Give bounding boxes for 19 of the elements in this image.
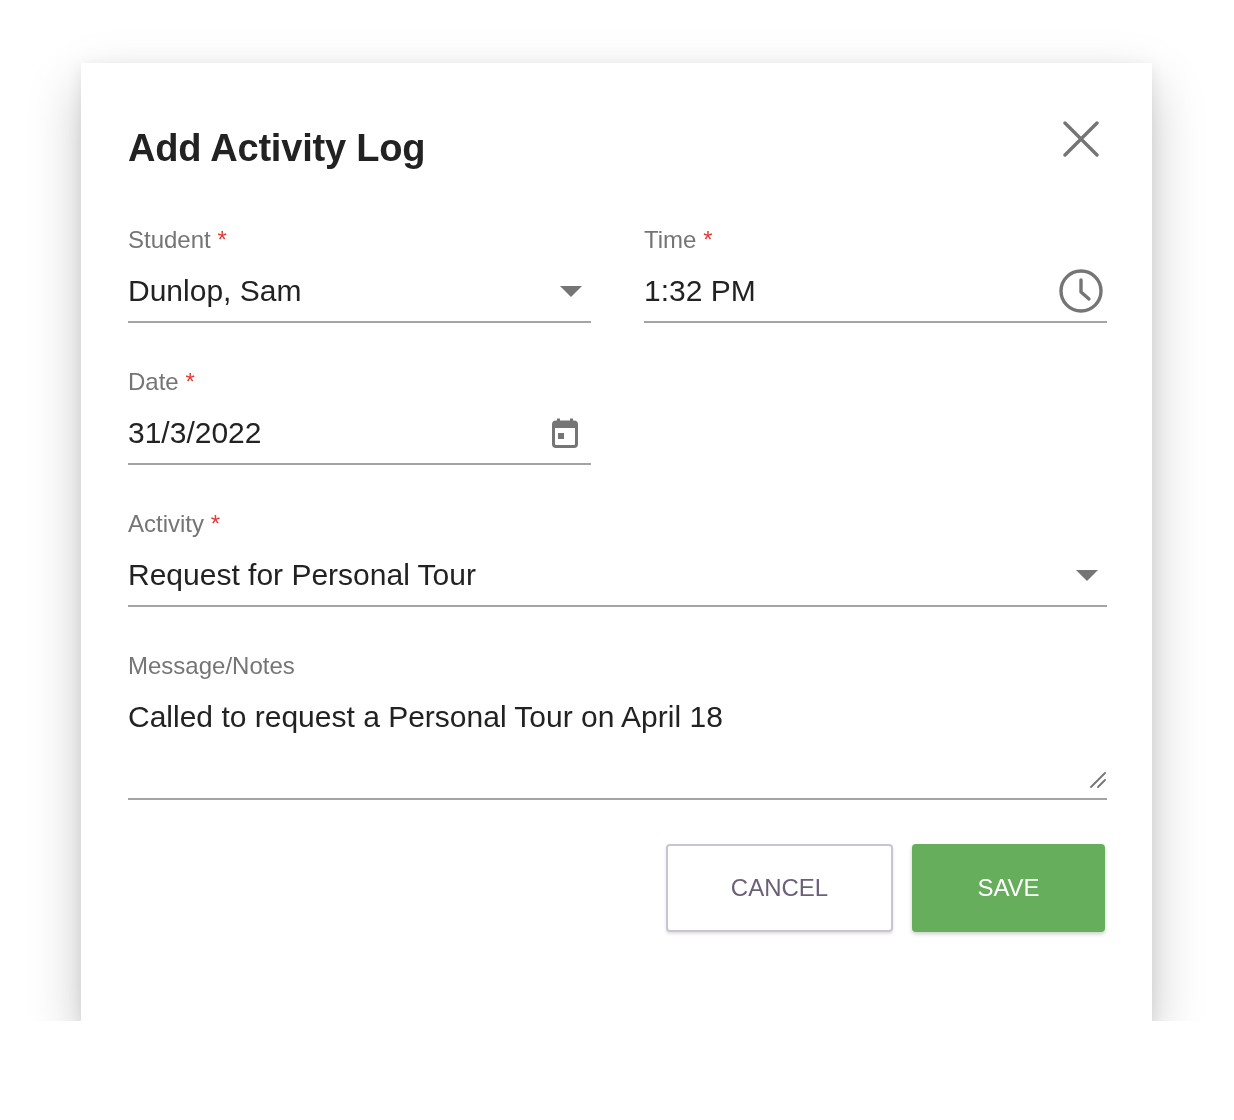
caret-icon xyxy=(1076,569,1098,581)
field-label: Date * xyxy=(128,367,195,397)
calendar-icon xyxy=(552,418,578,448)
dropdown-field[interactable]: Request for Personal Tour xyxy=(128,545,1107,607)
text-area-field[interactable]: Called to request a Personal Tour on April 18 xyxy=(128,687,1107,800)
field-label: Student * xyxy=(128,225,227,255)
date-field[interactable]: 31/3/2022 xyxy=(128,403,591,465)
dropdown-field[interactable]: Dunlop, Sam xyxy=(128,261,591,323)
close-button[interactable] xyxy=(1063,121,1099,157)
time-field[interactable]: 1:32 PM xyxy=(644,261,1107,323)
dialog-title: Add Activity Log xyxy=(128,126,426,171)
resize-handle-icon xyxy=(1090,772,1106,788)
field-label: Activity * xyxy=(128,509,221,539)
close-icon xyxy=(1063,121,1099,157)
field-label: Time * xyxy=(644,225,713,255)
cancel-button[interactable]: CANCEL xyxy=(666,844,893,932)
caret-icon xyxy=(560,285,582,297)
clock-icon xyxy=(1059,269,1103,313)
field-label: Message/Notes xyxy=(128,651,295,681)
